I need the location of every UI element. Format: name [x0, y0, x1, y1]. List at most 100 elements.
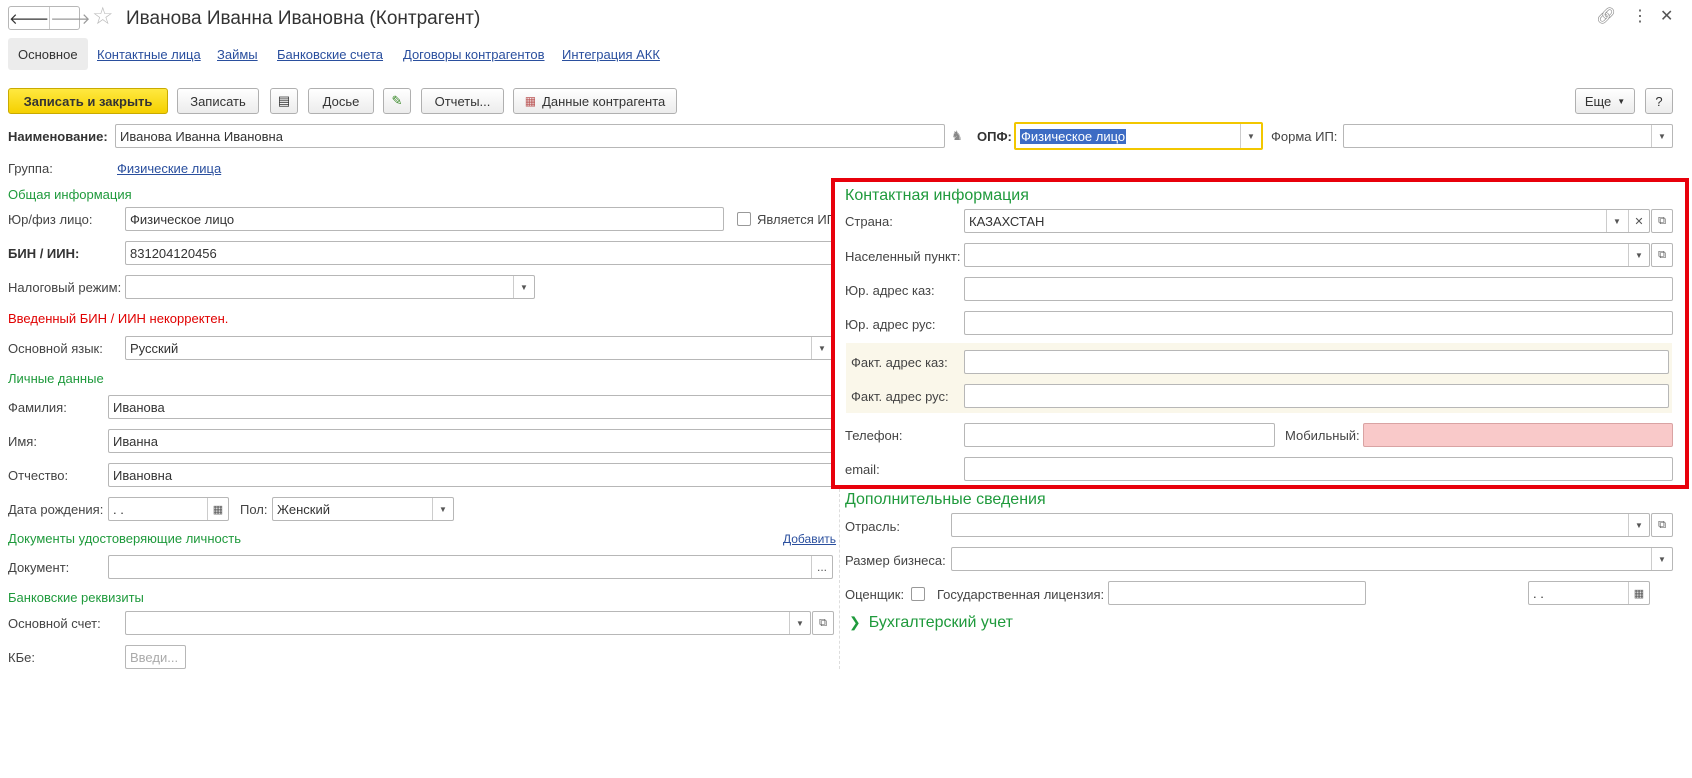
tab-bank-accounts[interactable]: Банковские счета — [277, 38, 383, 70]
edit-sign-icon: ✎ — [391, 93, 403, 108]
link-icon[interactable]: 🔗︎ — [1596, 6, 1616, 26]
mobile-field[interactable] — [1363, 423, 1673, 447]
document-list-button[interactable]: ▤ — [270, 88, 298, 114]
dossier-button[interactable]: Досье — [308, 88, 374, 114]
close-icon[interactable]: ✕ — [1660, 6, 1673, 26]
tab-contracts[interactable]: Договоры контрагентов — [403, 38, 545, 70]
sex-dropdown-icon[interactable]: ▼ — [432, 498, 453, 520]
name-field[interactable]: Иванова Иванна Ивановна — [115, 124, 945, 148]
fact-address-kz-field[interactable] — [964, 350, 1669, 374]
license-date-field[interactable]: . . ▦ — [1528, 581, 1650, 605]
country-field[interactable]: КАЗАХСТАН ▼ ✕ — [964, 209, 1650, 233]
country-dropdown-icon[interactable]: ▼ — [1606, 210, 1627, 232]
group-label: Группа: — [8, 161, 53, 176]
industry-dropdown-icon[interactable]: ▼ — [1628, 514, 1649, 536]
account-dropdown-icon[interactable]: ▼ — [789, 612, 810, 634]
lang-dropdown-icon[interactable]: ▼ — [811, 337, 832, 359]
license-label: Государственная лицензия: — [937, 587, 1105, 602]
last-name-field[interactable]: Иванова — [108, 395, 833, 419]
country-label: Страна: — [845, 214, 893, 229]
entity-field[interactable]: Физическое лицо — [125, 207, 724, 231]
tax-label: Налоговый режим: — [8, 280, 122, 295]
dob-label: Дата рождения: — [8, 502, 104, 517]
license-field[interactable] — [1108, 581, 1366, 605]
chevron-right-icon: ❯ — [849, 614, 861, 630]
fact-address-kz-label: Факт. адрес каз: — [851, 355, 948, 370]
kbe-field[interactable]: Введи... — [125, 645, 186, 669]
legal-address-ru-field[interactable] — [964, 311, 1673, 335]
country-clear-icon[interactable]: ✕ — [1628, 210, 1649, 232]
more-menu-icon[interactable]: ⋮ — [1632, 6, 1648, 26]
lang-label: Основной язык: — [8, 341, 103, 356]
country-open-icon[interactable]: ⧉ — [1651, 209, 1673, 233]
appraiser-checkbox[interactable] — [911, 587, 925, 601]
appraiser-label: Оценщик: — [845, 587, 905, 602]
counterparty-data-button[interactable]: ▦ Данные контрагента — [513, 88, 677, 114]
document-icon: ▤ — [277, 93, 291, 108]
middle-name-field[interactable]: Ивановна — [108, 463, 833, 487]
phone-field[interactable] — [964, 423, 1275, 447]
forward-arrow-icon[interactable]: 🡒 — [50, 7, 90, 29]
bin-error-text: Введенный БИН / ИИН некорректен. — [8, 311, 229, 326]
data-sheet-icon: ▦ — [524, 94, 537, 108]
back-arrow-icon[interactable]: 🡐 — [9, 7, 51, 29]
ip-form-dropdown-icon[interactable]: ▼ — [1651, 125, 1672, 147]
personal-section-title: Личные данные — [8, 371, 104, 386]
group-link[interactable]: Физические лица — [117, 161, 221, 177]
tax-dropdown-icon[interactable]: ▼ — [513, 276, 534, 298]
entity-label: Юр/физ лицо: — [8, 212, 93, 227]
ip-form-field[interactable]: ▼ — [1343, 124, 1673, 148]
kbe-label: КБе: — [8, 650, 35, 665]
tax-field[interactable]: ▼ — [125, 275, 535, 299]
lang-field[interactable]: Русский ▼ — [125, 336, 833, 360]
sign-button[interactable]: ✎ — [383, 88, 411, 114]
save-button[interactable]: Записать — [177, 88, 259, 114]
fact-address-ru-field[interactable] — [964, 384, 1669, 408]
industry-field[interactable]: ▼ — [951, 513, 1650, 537]
opf-dropdown-icon[interactable]: ▼ — [1240, 124, 1261, 148]
calendar-icon[interactable]: ▦ — [207, 498, 228, 520]
industry-label: Отрасль: — [845, 519, 900, 534]
phone-label: Телефон: — [845, 428, 903, 443]
reports-button[interactable]: Отчеты... — [421, 88, 504, 114]
more-button[interactable]: Еще ▼ — [1575, 88, 1635, 114]
person-icon[interactable]: ♞ — [946, 124, 968, 148]
locality-dropdown-icon[interactable]: ▼ — [1628, 244, 1649, 266]
accounting-group[interactable]: ❯ Бухгалтерский учет — [849, 614, 1013, 631]
save-close-button[interactable]: Записать и закрыть — [8, 88, 168, 114]
add-document-link[interactable]: Добавить — [783, 531, 836, 547]
legal-address-ru-label: Юр. адрес рус: — [845, 317, 936, 332]
locality-open-icon[interactable]: ⧉ — [1651, 243, 1673, 267]
tab-contacts[interactable]: Контактные лица — [97, 38, 201, 70]
sex-field[interactable]: Женский ▼ — [272, 497, 454, 521]
license-calendar-icon[interactable]: ▦ — [1628, 582, 1649, 604]
document-select-button[interactable]: ... — [811, 556, 832, 578]
tab-loans[interactable]: Займы — [217, 38, 258, 70]
industry-open-icon[interactable]: ⧉ — [1651, 513, 1673, 537]
business-size-dropdown-icon[interactable]: ▼ — [1651, 548, 1672, 570]
account-field[interactable]: ▼ — [125, 611, 811, 635]
column-divider — [839, 489, 840, 669]
tab-akk-integration[interactable]: Интеграция АКК — [562, 38, 660, 70]
accounting-title: Бухгалтерский учет — [868, 613, 1013, 631]
dob-field[interactable]: . . ▦ — [108, 497, 229, 521]
legal-address-kz-field[interactable] — [964, 277, 1673, 301]
country-value: КАЗАХСТАН — [969, 213, 1045, 229]
fact-address-ru-label: Факт. адрес рус: — [851, 389, 949, 404]
document-field[interactable]: ... — [108, 555, 833, 579]
is-ip-checkbox[interactable] — [737, 212, 751, 226]
help-button[interactable]: ? — [1645, 88, 1673, 114]
first-name-field[interactable]: Иванна — [108, 429, 833, 453]
account-open-icon[interactable]: ⧉ — [812, 611, 834, 635]
contact-section-title: Контактная информация — [845, 187, 1029, 204]
legal-address-kz-label: Юр. адрес каз: — [845, 283, 935, 298]
favorite-star-icon[interactable]: ☆ — [92, 3, 114, 31]
more-label: Еще — [1584, 93, 1612, 109]
tab-main[interactable]: Основное — [8, 38, 88, 70]
business-size-field[interactable]: ▼ — [951, 547, 1673, 571]
docs-section-title: Документы удостоверяющие личность — [8, 531, 241, 546]
opf-field[interactable]: Физическое лицо ▼ — [1014, 122, 1263, 150]
email-field[interactable] — [964, 457, 1673, 481]
bin-field[interactable]: 831204120456 — [125, 241, 833, 265]
locality-field[interactable]: ▼ — [964, 243, 1650, 267]
